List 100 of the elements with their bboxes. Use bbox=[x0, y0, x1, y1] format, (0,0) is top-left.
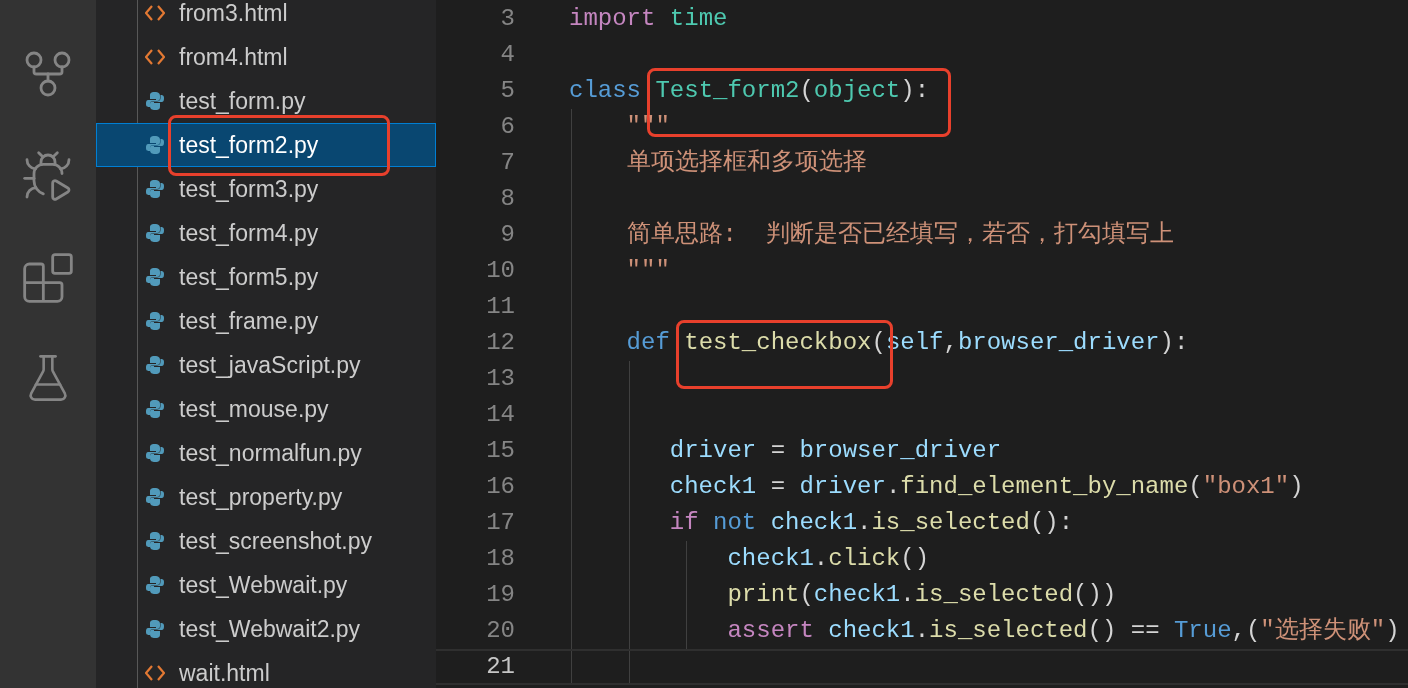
code-token: 单项选择框和多项选择 bbox=[625, 148, 867, 178]
code-token: , bbox=[943, 328, 958, 358]
file-tree-item[interactable]: from4.html bbox=[96, 35, 436, 79]
python-icon bbox=[145, 267, 165, 287]
python-icon bbox=[145, 575, 165, 595]
file-name: wait.html bbox=[179, 658, 270, 688]
code-token: "box1" bbox=[1202, 472, 1290, 502]
code-token: is_selected bbox=[871, 508, 1030, 538]
file-name: test_form2.py bbox=[179, 130, 319, 160]
code-token: time bbox=[668, 4, 728, 34]
code-token: = bbox=[769, 472, 787, 502]
line-number: 13 bbox=[485, 364, 515, 394]
code-token: driver bbox=[799, 472, 886, 502]
code-brackets-icon bbox=[145, 664, 165, 682]
file-tree-item[interactable]: from3.html bbox=[96, 0, 436, 35]
code-brackets-icon bbox=[145, 4, 165, 22]
code-token: True bbox=[1173, 616, 1232, 646]
code-token: "选择失败" bbox=[1260, 616, 1386, 646]
line-number: 21 bbox=[485, 652, 515, 682]
file-name: test_form.py bbox=[179, 86, 306, 116]
file-tree-item[interactable]: test_form2.py bbox=[96, 123, 436, 167]
file-name: test_Webwait2.py bbox=[179, 614, 361, 644]
file-tree-item[interactable]: test_form3.py bbox=[96, 167, 436, 211]
code-token: object bbox=[813, 76, 901, 106]
python-icon bbox=[145, 399, 165, 419]
file-tree-item[interactable]: test_frame.py bbox=[96, 299, 436, 343]
file-tree-item[interactable]: test_form.py bbox=[96, 79, 436, 123]
python-icon bbox=[145, 223, 165, 243]
code-token: . bbox=[885, 472, 901, 502]
code-token: browser_driver bbox=[957, 328, 1160, 358]
file-name: from4.html bbox=[179, 42, 288, 72]
code-token: ( bbox=[1188, 472, 1203, 502]
line-number: 11 bbox=[485, 292, 515, 322]
code-token: Test_form2 bbox=[654, 76, 800, 106]
code-token: def bbox=[625, 328, 670, 358]
python-icon bbox=[145, 619, 165, 639]
python-icon bbox=[145, 531, 165, 551]
file-tree-item[interactable]: test_Webwait.py bbox=[96, 563, 436, 607]
python-icon bbox=[145, 355, 165, 375]
python-icon bbox=[145, 179, 165, 199]
code-token: not bbox=[712, 508, 757, 538]
code-token: driver bbox=[668, 436, 757, 466]
code-token: ) bbox=[1385, 616, 1400, 646]
extensions-icon[interactable] bbox=[20, 250, 76, 306]
file-name: test_form3.py bbox=[179, 174, 319, 204]
file-tree-item[interactable]: test_normalfun.py bbox=[96, 431, 436, 475]
file-name: test_normalfun.py bbox=[179, 438, 362, 468]
code-token: assert bbox=[726, 616, 814, 646]
file-name: test_javaScript.py bbox=[179, 350, 361, 380]
code-token: """ bbox=[625, 112, 670, 142]
file-tree-item[interactable]: test_property.py bbox=[96, 475, 436, 519]
code-token: ) bbox=[1289, 472, 1304, 502]
code-token: class bbox=[569, 76, 641, 106]
python-icon bbox=[145, 311, 165, 331]
line-number: 16 bbox=[485, 472, 515, 502]
file-tree-item[interactable]: test_form5.py bbox=[96, 255, 436, 299]
code-token: is_selected bbox=[929, 616, 1088, 646]
code-token: . bbox=[813, 544, 829, 574]
code-token: = bbox=[769, 436, 787, 466]
line-number: 19 bbox=[485, 580, 515, 610]
code-token: check1 bbox=[769, 508, 858, 538]
file-tree-item[interactable]: test_javaScript.py bbox=[96, 343, 436, 387]
line-number: 3 bbox=[499, 4, 515, 34]
code-token: test_checkbox bbox=[683, 328, 872, 358]
code-token: is_selected bbox=[914, 580, 1074, 610]
line-number: 5 bbox=[499, 76, 515, 106]
code-token: check1 bbox=[827, 616, 915, 646]
code-token: check1 bbox=[813, 580, 901, 610]
code-token: check1 bbox=[726, 544, 814, 574]
line-number: 14 bbox=[485, 400, 515, 430]
code-token: ( bbox=[799, 580, 814, 610]
code-token: ): bbox=[1159, 328, 1189, 358]
line-number: 6 bbox=[499, 112, 515, 142]
file-name: from3.html bbox=[179, 0, 288, 28]
file-name: test_Webwait.py bbox=[179, 570, 348, 600]
python-icon bbox=[145, 91, 165, 111]
file-tree-item[interactable]: test_mouse.py bbox=[96, 387, 436, 431]
code-token: if bbox=[668, 508, 699, 538]
code-token: . bbox=[900, 580, 915, 610]
code-token: () == bbox=[1087, 616, 1161, 646]
code-token: . bbox=[914, 616, 930, 646]
code-token: ()) bbox=[1073, 580, 1117, 610]
code-token: ): bbox=[900, 76, 930, 106]
file-tree-item[interactable]: test_screenshot.py bbox=[96, 519, 436, 563]
code-token: print bbox=[726, 580, 800, 610]
line-number: 4 bbox=[499, 40, 515, 70]
line-number: 8 bbox=[499, 184, 515, 214]
file-tree-item[interactable]: test_Webwait2.py bbox=[96, 607, 436, 651]
code-token: click bbox=[828, 544, 901, 574]
file-tree-item[interactable]: test_form4.py bbox=[96, 211, 436, 255]
line-number: 18 bbox=[485, 544, 515, 574]
line-number: 20 bbox=[485, 616, 515, 646]
file-tree-item[interactable]: wait.html bbox=[96, 651, 436, 688]
code-brackets-icon bbox=[145, 48, 165, 66]
code-token: 简单思路: 判断是否已经填写，若否，打勾填写上 bbox=[625, 220, 1174, 250]
file-name: test_frame.py bbox=[179, 306, 319, 336]
file-name: test_screenshot.py bbox=[179, 526, 373, 556]
python-icon bbox=[145, 443, 165, 463]
code-token: check1 bbox=[668, 472, 757, 502]
file-name: test_property.py bbox=[179, 482, 343, 512]
